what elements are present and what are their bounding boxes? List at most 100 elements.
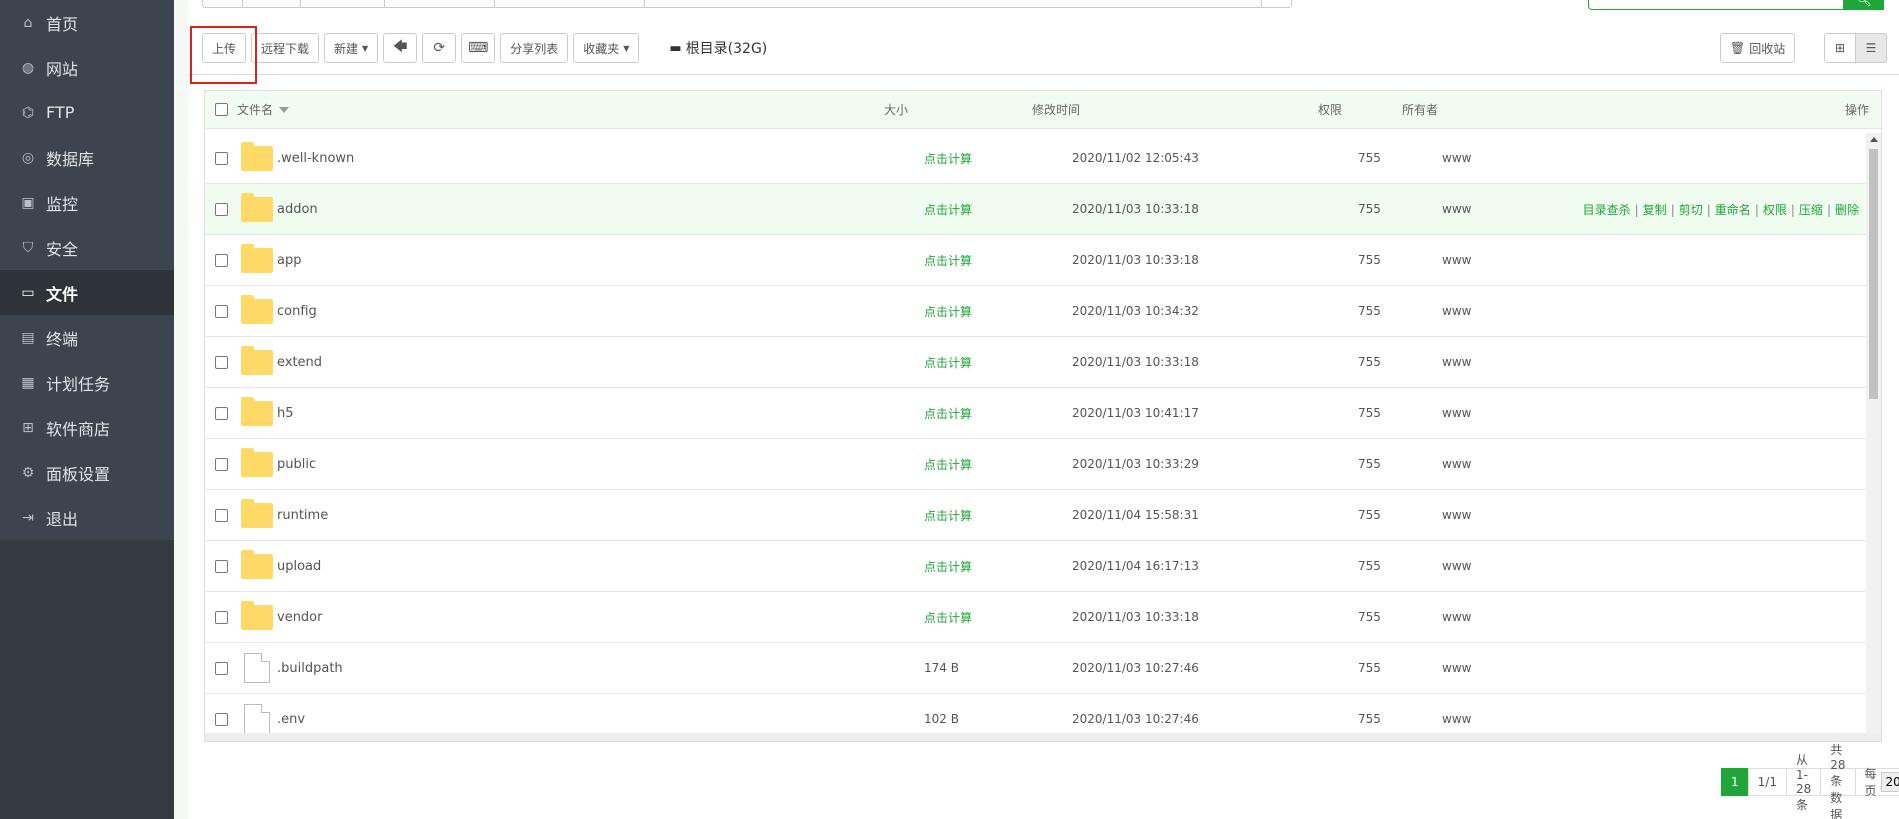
file-name[interactable]: .well-known [277,151,924,166]
row-action-link[interactable]: 重命名 [1715,203,1751,217]
file-name[interactable]: extend [277,355,924,370]
file-name[interactable]: addon [277,202,924,217]
sidebar-item[interactable]: ⌬ FTP [0,90,174,135]
row-checkbox[interactable] [214,304,228,318]
permission[interactable]: 755 [1358,406,1442,420]
folder-icon[interactable] [241,345,273,375]
file-name[interactable]: .buildpath [277,661,924,676]
permission[interactable]: 755 [1358,610,1442,624]
folder-icon[interactable] [241,396,273,426]
table-row[interactable]: .buildpath 174 B 2020/11/03 10:27:46 755 www [205,643,1867,694]
row-checkbox[interactable] [214,559,228,573]
folder-icon[interactable] [241,549,273,579]
breadcrumb-segment[interactable] [203,0,243,7]
calc-size-link[interactable]: 点击计算 [924,150,1072,167]
table-row[interactable]: .well-known 点击计算 2020/11/02 12:05:43 755 www [205,133,1867,184]
favorites-dropdown-button[interactable]: 收藏夹 ▼ [573,33,640,63]
file-name[interactable]: h5 [277,406,924,421]
table-row[interactable]: extend 点击计算 2020/11/03 10:33:18 755 www [205,337,1867,388]
permission[interactable]: 755 [1358,253,1442,267]
row-checkbox[interactable] [214,508,228,522]
horizontal-scrollbar[interactable] [205,733,1881,741]
disk-root-link[interactable]: ▬ 根目录(32G) [669,38,767,58]
search-input[interactable] [1588,0,1844,10]
back-button[interactable]: 🡄 [383,33,418,63]
calc-size-link[interactable]: 点击计算 [924,303,1072,320]
table-row[interactable]: app 点击计算 2020/11/03 10:33:18 755 www [205,235,1867,286]
grid-view-button[interactable]: ⊞ [1824,33,1856,63]
row-checkbox[interactable] [214,151,228,165]
search-button[interactable]: 🔍︎ [1844,0,1884,10]
breadcrumb-segment[interactable] [301,0,385,7]
permission[interactable]: 755 [1358,151,1442,165]
calc-size-link[interactable]: 点击计算 [924,609,1072,626]
table-row[interactable]: runtime 点击计算 2020/11/04 15:58:31 755 www [205,490,1867,541]
file-name[interactable]: runtime [277,508,924,523]
select-all-checkbox[interactable] [214,103,228,116]
sidebar-item[interactable]: ⊞ 软件商店 [0,405,174,450]
page-current[interactable]: 1 [1721,768,1749,796]
file-icon[interactable] [244,704,270,734]
sidebar-item[interactable]: ▤ 终端 [0,315,174,360]
calc-size-link[interactable]: 点击计算 [924,201,1072,218]
permission[interactable]: 755 [1358,304,1442,318]
row-action-link[interactable]: 目录查杀 [1583,203,1631,217]
file-name[interactable]: vendor [277,610,924,625]
folder-icon[interactable] [241,294,273,324]
file-icon[interactable] [244,653,270,683]
calc-size-link[interactable]: 点击计算 [924,354,1072,371]
breadcrumb-segment[interactable] [243,0,301,7]
sidebar-item[interactable]: ⛉ 安全 [0,225,174,270]
upload-button[interactable]: 上传 [202,33,247,63]
file-name[interactable]: config [277,304,924,319]
row-action-link[interactable]: 压缩 [1799,203,1823,217]
row-action-link[interactable]: 权限 [1763,203,1787,217]
calc-size-link[interactable]: 点击计算 [924,405,1072,422]
permission[interactable]: 755 [1358,712,1442,726]
sidebar-item[interactable]: ▣ 监控 [0,180,174,225]
row-checkbox[interactable] [214,202,228,216]
file-name[interactable]: upload [277,559,924,574]
folder-icon[interactable] [241,600,273,630]
recycle-bin-button[interactable]: 🗑 回收站 [1720,33,1796,63]
folder-icon[interactable] [241,447,273,477]
refresh-button[interactable]: ⟳ [422,33,457,63]
table-row[interactable]: h5 点击计算 2020/11/03 10:41:17 755 www [205,388,1867,439]
scroll-up-icon[interactable] [1870,137,1878,142]
row-checkbox[interactable] [214,610,228,624]
row-checkbox[interactable] [214,457,228,471]
sidebar-item[interactable]: ◍ 网站 [0,45,174,90]
row-checkbox[interactable] [214,355,228,369]
table-row[interactable]: upload 点击计算 2020/11/04 16:17:13 755 www [205,541,1867,592]
folder-icon[interactable] [241,192,273,222]
list-view-button[interactable]: ☰ [1855,33,1887,63]
permission[interactable]: 755 [1358,661,1442,675]
file-name[interactable]: .env [277,712,924,727]
header-size[interactable]: 大小 [884,101,1032,118]
path-breadcrumb[interactable] [202,0,1292,8]
table-row[interactable]: addon 点击计算 2020/11/03 10:33:18 755 www 目录查杀 | 复… [205,184,1867,235]
row-checkbox[interactable] [214,406,228,420]
sidebar-item[interactable]: ▦ 计划任务 [0,360,174,405]
permission[interactable]: 755 [1358,508,1442,522]
file-name[interactable]: app [277,253,924,268]
table-row[interactable]: config 点击计算 2020/11/03 10:34:32 755 www [205,286,1867,337]
row-checkbox[interactable] [214,661,228,675]
per-page-select[interactable]: 200 [1880,772,1899,792]
breadcrumb-tail[interactable] [1261,0,1291,7]
folder-icon[interactable] [241,498,273,528]
folder-icon[interactable] [241,141,273,171]
permission[interactable]: 755 [1358,457,1442,471]
breadcrumb-segment[interactable] [495,0,645,7]
new-dropdown-button[interactable]: 新建 ▼ [324,33,379,63]
terminal-button[interactable]: ⌨ [461,33,496,63]
row-checkbox[interactable] [214,712,228,726]
row-action-link[interactable]: 剪切 [1679,203,1703,217]
folder-icon[interactable] [241,243,273,273]
file-name[interactable]: public [277,457,924,472]
table-row[interactable]: vendor 点击计算 2020/11/03 10:33:18 755 www [205,592,1867,643]
sidebar-item[interactable]: ⚙ 面板设置 [0,450,174,495]
row-checkbox[interactable] [214,253,228,267]
header-mtime[interactable]: 修改时间 [1032,101,1318,118]
scroll-thumb[interactable] [1869,149,1878,399]
